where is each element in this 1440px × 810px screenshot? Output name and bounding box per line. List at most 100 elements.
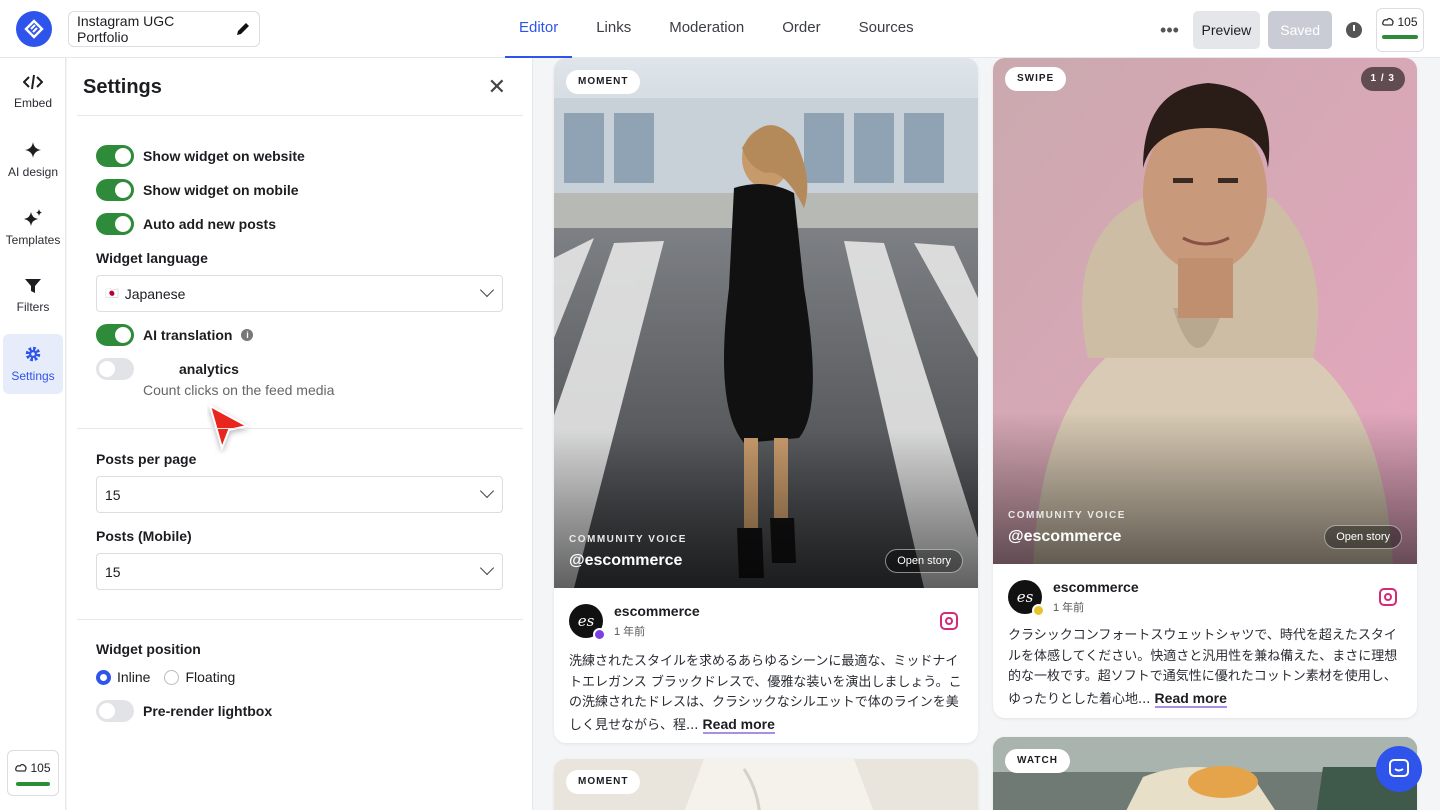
analytics-row: analytics [96,358,239,380]
post-text: クラシックコンフォートスウェットシャツで、時代を超えたスタイルを体感してください… [1008,626,1403,710]
post-image[interactable] [993,58,1417,564]
posts-per-page-label: Posts per page [96,451,197,467]
post-type-badge: MOMENT [566,70,641,94]
posts-mobile-label: Posts (Mobile) [96,528,192,544]
main-tabs: Editor Links Moderation Order Sources [500,0,933,58]
open-story-button[interactable]: Open story [1324,525,1402,549]
post-time: 1 年前 [1053,602,1085,614]
app-logo-icon[interactable] [16,11,52,47]
avatar: es [569,604,606,641]
analytics-label: analytics [179,361,239,377]
feed-card[interactable]: MOMENT [554,759,978,810]
show-mobile-toggle[interactable] [96,179,134,201]
author-name: escommerce [614,603,700,619]
post-handle[interactable]: @escommerce [569,552,682,570]
instagram-icon[interactable] [940,612,958,630]
project-name-field[interactable]: Instagram UGC Portfolio [68,11,260,47]
instagram-icon[interactable] [1379,588,1397,606]
rail-item-ai-design[interactable]: AI design [3,130,63,190]
ai-translation-toggle[interactable] [96,324,134,346]
feed-card[interactable]: MOMENT COMMUNITY VOICE @escommerce Open … [554,58,978,743]
language-select[interactable]: 🇯🇵 Japanese [96,275,503,312]
post-image[interactable] [554,58,978,588]
rail-label-embed: Embed [13,96,53,110]
funnel-icon [25,279,41,293]
rail-label-templates: Templates [5,233,61,247]
preview-button[interactable]: Preview [1192,11,1261,49]
ai-translation-label: AI translation [143,327,233,343]
rail-label-filters: Filters [16,300,50,314]
analytics-toggle[interactable] [96,358,134,380]
pencil-icon[interactable] [235,21,251,37]
post-time: 1 年前 [614,626,646,638]
auto-add-toggle[interactable] [96,213,134,235]
rail-credits-badge[interactable]: 105 [7,750,59,796]
open-story-button[interactable]: Open story [885,549,963,573]
community-voice-label: COMMUNITY VOICE [1008,510,1126,521]
show-website-toggle[interactable] [96,145,134,167]
credits-bar [1382,35,1418,39]
position-inline-radio[interactable]: Inline [96,669,150,685]
tab-order[interactable]: Order [768,0,834,58]
close-icon[interactable]: ✕ [488,74,506,100]
tab-editor[interactable]: Editor [505,0,573,58]
chat-icon [1389,759,1409,777]
community-voice-label: COMMUNITY VOICE [569,534,687,545]
posts-mobile-select[interactable]: 15 [96,553,503,590]
credits-count: 105 [1397,15,1418,29]
post-handle[interactable]: @escommerce [1008,528,1121,546]
tab-sources[interactable]: Sources [845,0,928,58]
author-name: escommerce [1053,579,1139,595]
rail-credits-bar [16,782,50,786]
rail-item-templates[interactable]: Templates [3,198,63,258]
posts-mobile-value: 15 [105,563,121,580]
divider [77,428,523,429]
avatar: es [1008,580,1045,617]
post-author[interactable]: es escommerce 1 年前 [1008,579,1139,617]
auto-add-label: Auto add new posts [143,216,276,232]
posts-per-page-select[interactable]: 15 [96,476,503,513]
divider [77,115,523,116]
toolbar-right: ••• Preview Saved 105 [1155,8,1424,52]
widget-position-label: Widget position [96,641,201,657]
feed-card[interactable]: SWIPE 1 / 3 COMMUNITY VOICE @escommerce … [993,58,1417,718]
read-more-link[interactable]: Read more [702,715,775,734]
tab-links[interactable]: Links [582,0,645,58]
position-floating-radio[interactable]: Floating [164,669,235,685]
prerender-row: Pre-render lightbox [96,700,272,722]
more-options-icon[interactable]: ••• [1155,20,1185,41]
radio-unselected-icon [164,669,180,685]
widget-position-radios: Inline Floating [96,669,235,685]
japan-flag-icon: 🇯🇵 [105,288,119,300]
chevron-down-icon [479,282,495,298]
post-author[interactable]: es escommerce 1 年前 [569,603,700,641]
ai-translation-row: AI translation i [96,324,254,346]
prerender-toggle[interactable] [96,700,134,722]
code-icon [23,74,43,90]
tab-moderation[interactable]: Moderation [655,0,758,58]
feed-preview: MOMENT COMMUNITY VOICE @escommerce Open … [534,58,1440,810]
show-mobile-row: Show widget on mobile [96,179,299,201]
read-more-link[interactable]: Read more [1154,689,1227,708]
post-text: 洗練されたスタイルを求めるあらゆるシーンに最適な、ミッドナイトエレガンス ブラッ… [569,652,964,736]
post-image[interactable] [993,737,1417,810]
feed-card[interactable]: WATCH [993,737,1417,810]
chat-support-button[interactable] [1376,746,1422,792]
position-inline-label: Inline [117,669,151,685]
credits-badge[interactable]: 105 [1376,8,1424,52]
radio-selected-icon [96,669,111,685]
rail-item-settings[interactable]: Settings [3,334,63,394]
saved-button[interactable]: Saved [1268,11,1332,49]
chevron-down-icon [479,483,495,499]
history-clock-icon[interactable] [1346,22,1362,38]
rail-label-settings: Settings [11,369,55,383]
rail-item-filters[interactable]: Filters [3,266,63,326]
carousel-counter: 1 / 3 [1360,67,1405,91]
post-type-badge: MOMENT [566,770,641,794]
sparkles-icon [24,209,42,226]
analytics-description: Count clicks on the feed media [143,382,335,398]
show-website-row: Show widget on website [96,145,305,167]
info-icon[interactable]: i [241,329,254,341]
rail-item-embed[interactable]: Embed [3,62,63,122]
rail-label-ai-design: AI design [7,165,59,179]
